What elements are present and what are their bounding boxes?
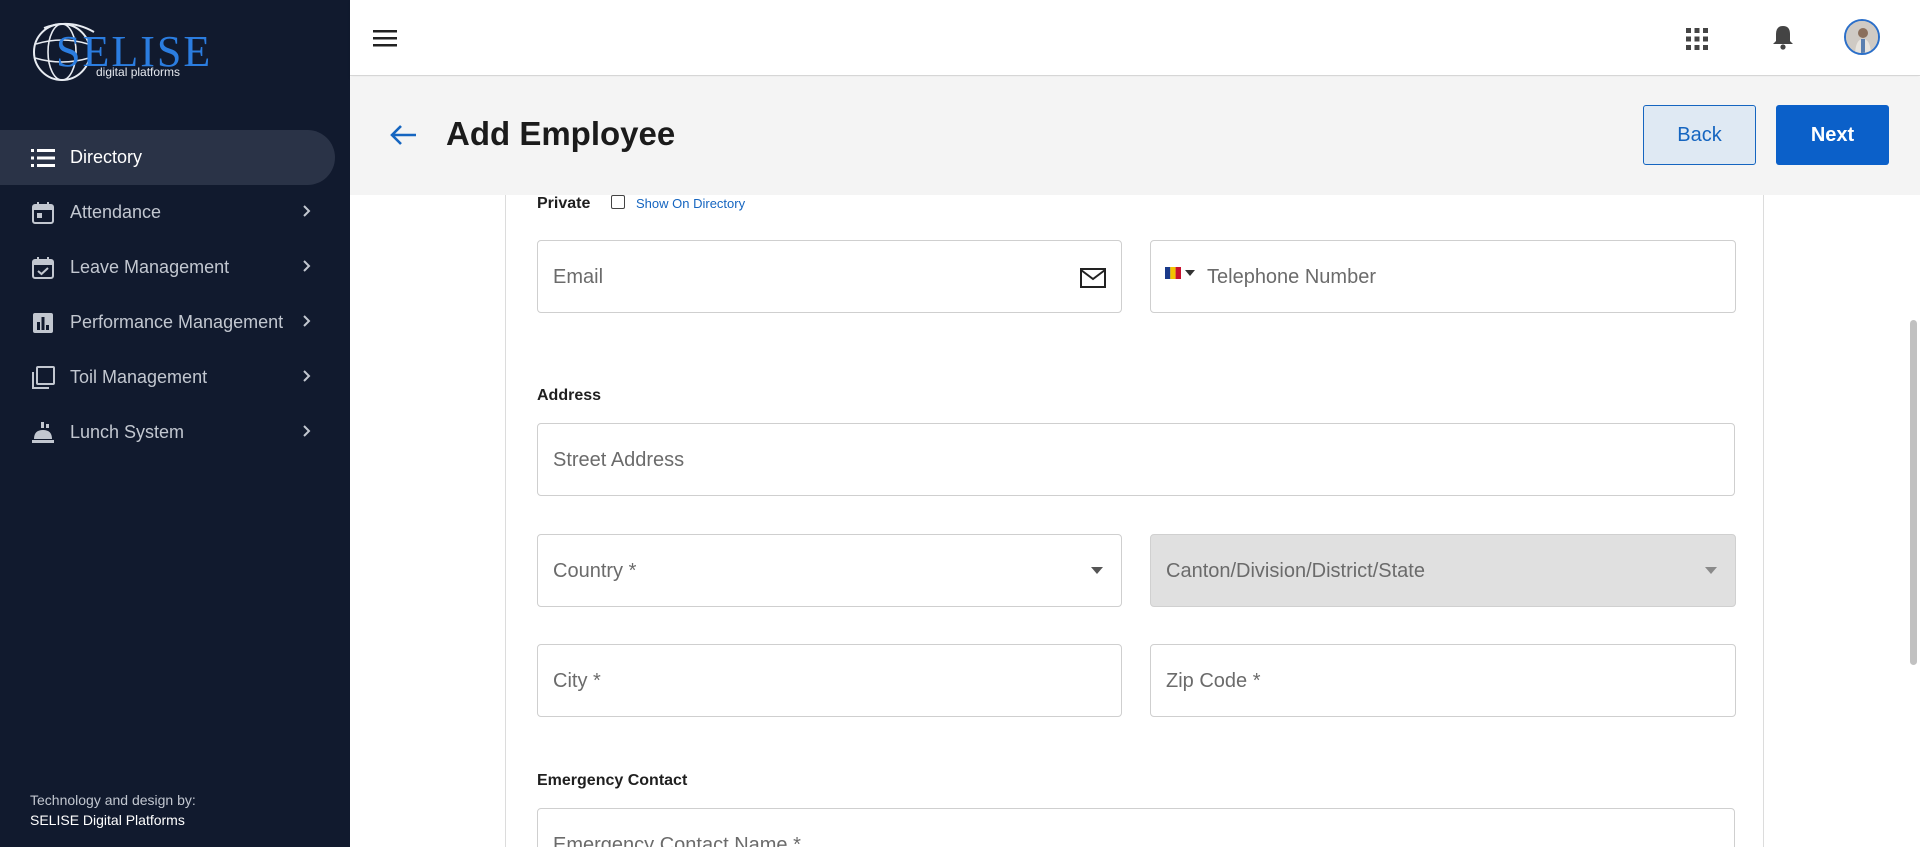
selise-logo[interactable]: SELISE digital platforms xyxy=(30,14,210,86)
chevron-right-icon xyxy=(303,205,311,217)
emergency-contact-label: Emergency Contact xyxy=(537,772,688,789)
chevron-right-icon xyxy=(303,315,311,327)
sidebar-item-label: Lunch System xyxy=(70,422,185,442)
private-label: Private xyxy=(537,195,591,212)
telephone-placeholder: Telephone Number xyxy=(1207,266,1376,288)
sidebar-item-label: Attendance xyxy=(70,202,162,222)
sidebar-item-label: Performance Management xyxy=(70,312,284,332)
list-icon xyxy=(30,145,56,171)
city-placeholder: City * xyxy=(553,670,601,692)
sidebar-nav: Directory Attendance Leave Management Pe… xyxy=(0,130,350,460)
sidebar-item-toil-management[interactable]: Toil Management xyxy=(0,350,350,405)
flag-icon xyxy=(1165,267,1181,279)
sidebar-item-label: Leave Management xyxy=(70,257,230,277)
street-address-placeholder: Street Address xyxy=(553,449,685,471)
sidebar-item-leave-management[interactable]: Leave Management xyxy=(0,240,350,295)
street-address-field[interactable]: Street Address xyxy=(537,423,1735,496)
credit-line: Technology and design by: xyxy=(30,792,196,808)
show-on-directory-label[interactable]: Show On Directory xyxy=(636,196,745,211)
bar-chart-icon xyxy=(30,310,56,336)
email-placeholder: Email xyxy=(553,266,604,288)
country-flag-dropdown[interactable] xyxy=(1165,267,1195,279)
chevron-right-icon xyxy=(303,370,311,382)
chevron-right-icon xyxy=(303,425,311,437)
menu-icon[interactable] xyxy=(372,26,398,50)
calendar-icon xyxy=(30,200,56,226)
country-placeholder: Country * xyxy=(553,560,637,582)
address-section-label: Address xyxy=(537,387,602,404)
page-header: Add Employee Back Next xyxy=(350,77,1920,195)
mail-icon xyxy=(1080,268,1106,288)
caret-down-icon xyxy=(1705,567,1717,574)
caret-down-icon xyxy=(1185,270,1195,276)
employee-form: Private Show On Directory Email Telephon… xyxy=(505,195,1764,847)
sidebar-item-directory[interactable]: Directory xyxy=(0,130,335,185)
sidebar-item-performance-management[interactable]: Performance Management xyxy=(0,295,350,350)
sidebar: SELISE digital platforms Directory Atten… xyxy=(0,0,350,847)
food-icon xyxy=(30,420,56,446)
back-button[interactable]: Back xyxy=(1643,105,1756,165)
country-select[interactable]: Country * xyxy=(537,534,1122,607)
telephone-field[interactable]: Telephone Number xyxy=(1150,240,1736,313)
emergency-contact-name-field[interactable]: Emergency Contact Name * xyxy=(537,808,1735,847)
city-field[interactable]: City * xyxy=(537,644,1122,717)
page-scrollbar[interactable] xyxy=(1910,320,1917,665)
page-title: Add Employee xyxy=(446,115,676,152)
copy-icon xyxy=(30,365,56,391)
sidebar-item-lunch-system[interactable]: Lunch System xyxy=(0,405,350,460)
bell-icon[interactable] xyxy=(1768,22,1798,52)
user-photo-icon xyxy=(1846,21,1878,53)
logo-tagline: digital platforms xyxy=(96,65,181,79)
caret-down-icon xyxy=(1091,567,1103,574)
back-arrow-icon[interactable] xyxy=(388,121,420,149)
credit-company: SELISE Digital Platforms xyxy=(30,812,185,828)
apps-grid-icon[interactable] xyxy=(1684,26,1710,52)
top-bar xyxy=(350,0,1920,76)
calendar-check-icon xyxy=(30,255,56,281)
sidebar-item-label: Toil Management xyxy=(70,367,208,387)
state-placeholder: Canton/Division/District/State xyxy=(1166,560,1425,582)
show-on-directory-checkbox[interactable] xyxy=(611,195,625,209)
zip-code-placeholder: Zip Code * xyxy=(1166,670,1261,692)
zip-code-field[interactable]: Zip Code * xyxy=(1150,644,1736,717)
sidebar-item-attendance[interactable]: Attendance xyxy=(0,185,350,240)
state-select: Canton/Division/District/State xyxy=(1150,534,1736,607)
chevron-right-icon xyxy=(303,260,311,272)
app-root: SELISE digital platforms Directory Atten… xyxy=(0,0,1920,847)
sidebar-item-label: Directory xyxy=(70,147,143,167)
next-button[interactable]: Next xyxy=(1776,105,1889,165)
credit-text: Technology and design by: SELISE Digital… xyxy=(30,790,196,830)
emergency-contact-name-placeholder: Emergency Contact Name * xyxy=(553,834,801,847)
email-field[interactable]: Email xyxy=(537,240,1122,313)
avatar[interactable] xyxy=(1844,19,1880,55)
